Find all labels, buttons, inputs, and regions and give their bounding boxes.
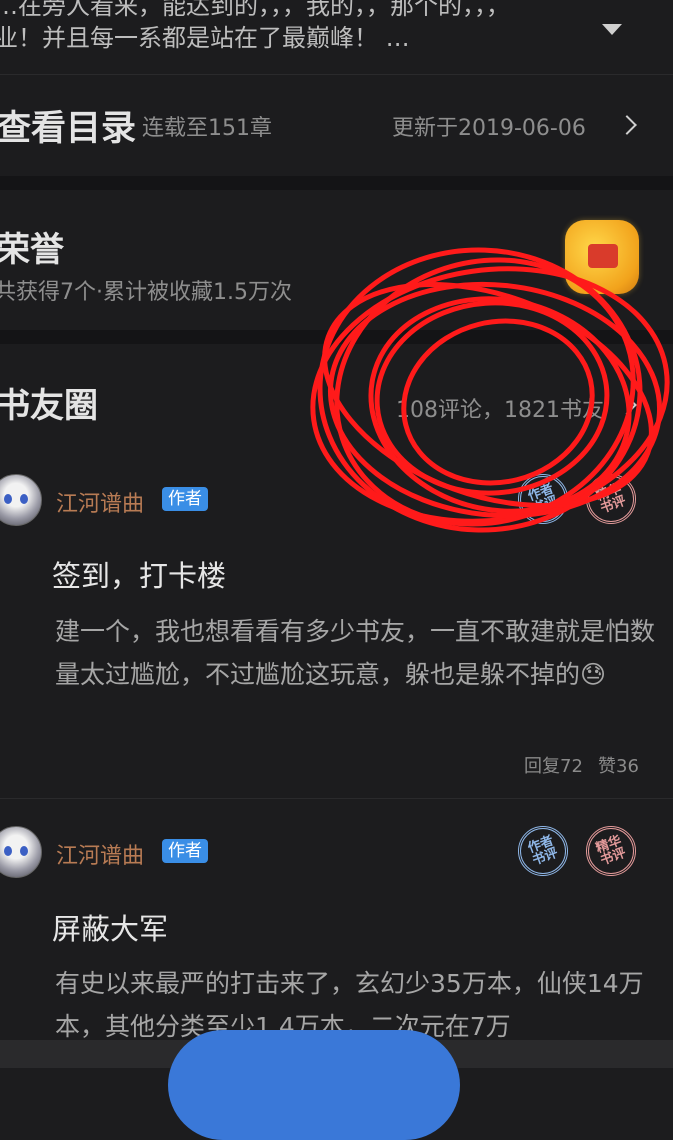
author-name[interactable]: 江河谱曲 xyxy=(56,838,144,870)
author-review-stamp-icon: 作者书评 xyxy=(518,474,568,524)
honor-title: 荣誉 xyxy=(0,230,64,270)
stamp-text: 精华书评 xyxy=(593,481,629,517)
section-gap xyxy=(0,176,673,190)
red-envelope-icon xyxy=(588,244,618,268)
toc-updated-date: 更新于2019-06-06 xyxy=(392,116,586,141)
honor-subtitle: 共获得7个·累计被收藏1.5万次 xyxy=(0,280,292,305)
post-title[interactable]: 屏蔽大军 xyxy=(52,906,168,948)
chevron-right-icon[interactable] xyxy=(617,395,637,415)
essence-review-stamp-icon: 精华书评 xyxy=(586,826,636,876)
avatar-eye-detail xyxy=(4,494,12,504)
post-body[interactable]: 建一个，我也想看看有多少书友，一直不敢建就是怕数量太过尴尬，不过尴尬这玩意，躲也… xyxy=(55,610,655,696)
author-tag-badge: 作者 xyxy=(162,839,208,863)
book-intro[interactable]: …在旁人看来，能达到的，，，我的，，那个的，，， 业！并且每一系都是站在了最巅峰… xyxy=(0,0,673,72)
section-gap xyxy=(0,330,673,344)
stamp-text: 作者书评 xyxy=(525,833,561,869)
book-circle-title: 书友圈 xyxy=(0,386,98,426)
post-reply-count[interactable]: 回复72 xyxy=(524,752,583,778)
stamp-text: 作者书评 xyxy=(525,481,561,517)
avatar-eye-detail xyxy=(20,846,28,856)
post-like-count[interactable]: 赞36 xyxy=(598,752,639,778)
author-name[interactable]: 江河谱曲 xyxy=(56,486,144,518)
toc-title: 查看目录 xyxy=(0,108,137,149)
stamp-text: 精华书评 xyxy=(593,833,629,869)
essence-review-stamp-icon: 精华书评 xyxy=(586,474,636,524)
intro-text-line2: 业！并且每一系都是站在了最巅峰！ … xyxy=(0,24,410,52)
divider xyxy=(0,798,673,799)
expand-caret-icon[interactable] xyxy=(602,24,622,35)
divider xyxy=(0,74,673,75)
book-circle-stats[interactable]: 108评论，1821书友 xyxy=(396,392,604,424)
avatar-eye-detail xyxy=(4,846,12,856)
author-review-stamp-icon: 作者书评 xyxy=(518,826,568,876)
toc-serial-status: 连载至151章 xyxy=(142,116,272,141)
author-tag-badge: 作者 xyxy=(162,487,208,511)
post-title[interactable]: 签到，打卡楼 xyxy=(52,553,226,595)
primary-action-button[interactable] xyxy=(168,1030,460,1140)
avatar-eye-detail xyxy=(20,494,28,504)
